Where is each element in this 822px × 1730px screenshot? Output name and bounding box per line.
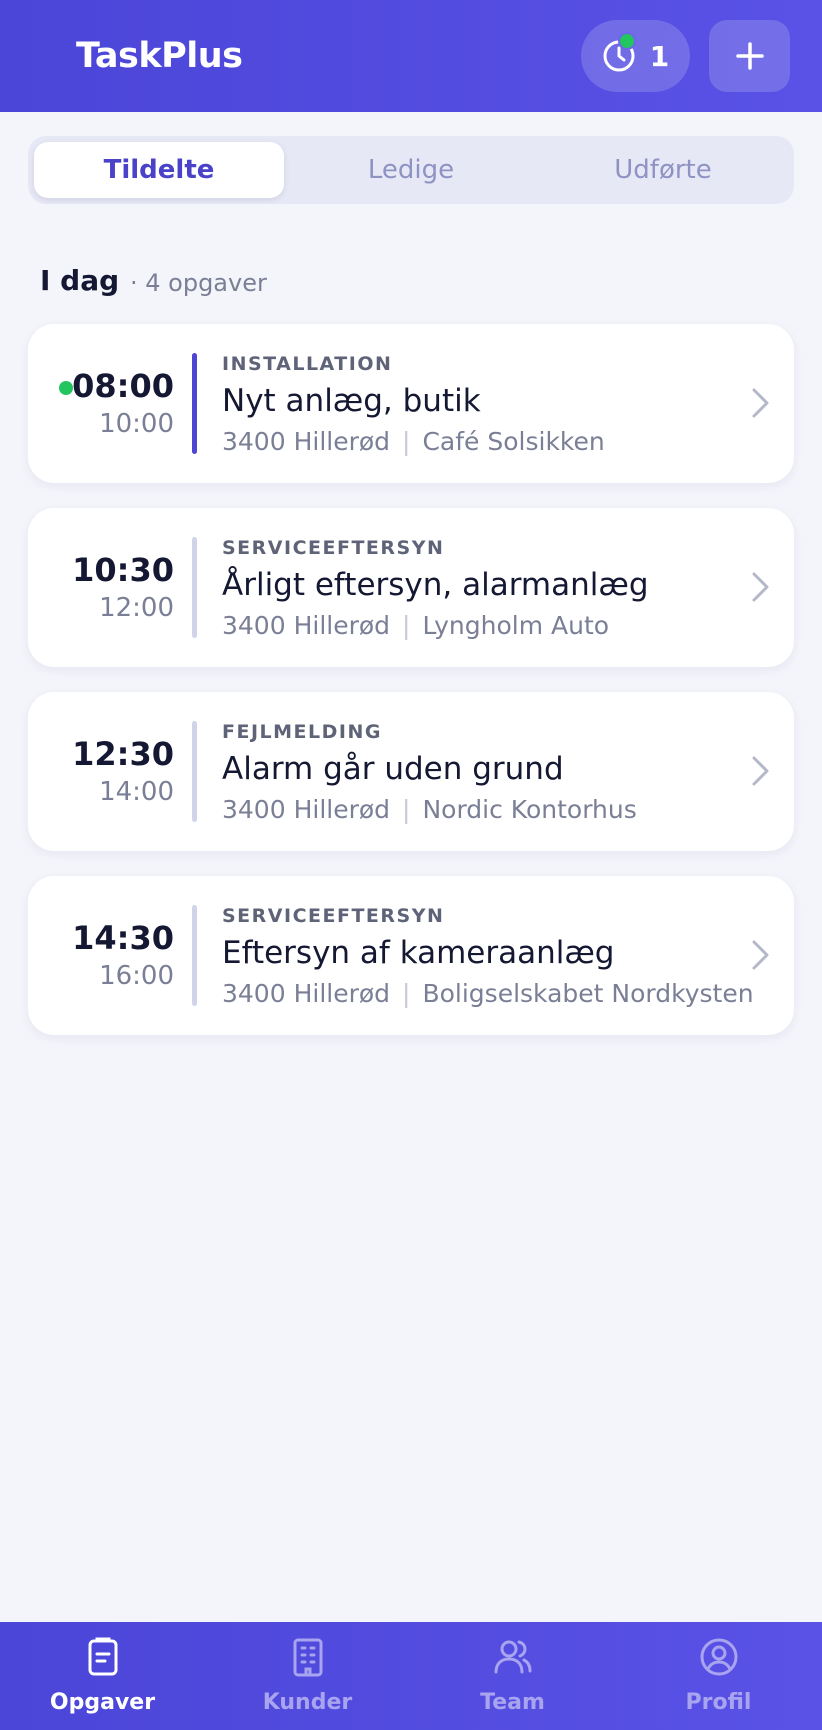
chevron-right-icon [752,940,769,970]
nav-label: Team [480,1690,545,1715]
task-meta: 3400 Hillerød | Nordic Kontorhus [222,795,637,824]
task-card[interactable]: 08:00 10:00 INSTALLATION Nyt anlæg, buti… [28,324,794,483]
nav-item-team[interactable]: Team [410,1622,615,1730]
plus-icon [735,42,764,70]
task-meta: 3400 Hillerød | Lyngholm Auto [222,611,609,640]
meta-separator: | [402,795,411,824]
task-end-time: 10:00 [99,409,174,439]
chevron-right-icon [752,388,769,418]
task-category: FEJLMELDING [222,721,382,743]
task-title: Alarm går uden grund [222,751,564,787]
task-location: 3400 Hillerød [222,611,391,640]
section-task-count: · 4 opgaver [130,269,267,297]
task-location: 3400 Hillerød [222,795,391,824]
task-category: SERVICEEFTERSYN [222,537,445,559]
task-location: 3400 Hillerød [222,979,391,1008]
task-card[interactable]: 12:30 14:00 FEJLMELDING Alarm går uden g… [28,692,794,851]
nav-label: Profil [685,1690,752,1715]
nav-item-opgaver[interactable]: Opgaver [0,1622,205,1730]
task-end-time: 16:00 [99,961,174,991]
nav-label: Opgaver [49,1690,156,1715]
meta-separator: | [402,611,411,640]
app-title: TaskPlus [76,36,243,76]
building-icon [293,1638,322,1677]
task-status-bar [192,537,197,638]
users-icon [494,1640,531,1674]
task-tabs: Tildelte Ledige Udførte [28,136,794,204]
clock-icon [602,32,636,73]
tab-tildelte[interactable]: Tildelte [34,142,284,198]
task-start-time: 12:30 [72,735,174,773]
add-task-button[interactable] [709,20,790,92]
task-end-time: 12:00 [99,593,174,623]
task-meta: 3400 Hillerød | Boligselskabet Nordkysten [222,979,754,1008]
chevron-right-icon [752,572,769,602]
task-location: 3400 Hillerød [222,427,391,456]
task-meta: 3400 Hillerød | Café Solsikken [222,427,605,456]
bottom-nav: Opgaver Kunder Team Profil [0,1622,822,1730]
task-status-bar [192,905,197,1006]
task-start-time: 14:30 [72,919,174,957]
task-customer: Lyngholm Auto [422,611,610,640]
task-card[interactable]: 10:30 12:00 SERVICEEFTERSYN Årligt efter… [28,508,794,667]
task-title: Årligt eftersyn, alarmanlæg [222,567,649,603]
task-status-bar [192,353,197,454]
task-start-time: 10:30 [72,551,174,589]
task-title: Eftersyn af kameraanlæg [222,935,615,971]
task-end-time: 14:00 [99,777,174,807]
timer-running-dot [617,32,636,50]
user-circle-icon [700,1638,737,1676]
tab-ledige[interactable]: Ledige [286,142,536,198]
in-progress-dot [59,381,73,395]
app-header: TaskPlus 1 [0,0,822,112]
task-category: INSTALLATION [222,353,393,375]
nav-label: Kunder [262,1690,353,1715]
meta-separator: | [402,427,411,456]
chevron-right-icon [752,756,769,786]
timer-count: 1 [649,39,670,73]
nav-item-kunder[interactable]: Kunder [205,1622,410,1730]
task-status-bar [192,721,197,822]
section-title: I dag [40,264,120,297]
task-title: Nyt anlæg, butik [222,383,481,419]
task-customer: Café Solsikken [422,427,605,456]
nav-item-profil[interactable]: Profil [616,1622,821,1730]
active-timer-button[interactable]: 1 [581,20,690,92]
task-customer: Nordic Kontorhus [422,795,637,824]
meta-separator: | [402,979,411,1008]
task-card[interactable]: 14:30 16:00 SERVICEEFTERSYN Eftersyn af … [28,876,794,1035]
task-category: SERVICEEFTERSYN [222,905,445,927]
task-start-time: 08:00 [72,367,174,405]
task-customer: Boligselskabet Nordkysten [422,979,754,1008]
clipboard-icon [88,1637,117,1676]
tab-udforte[interactable]: Udførte [538,142,788,198]
